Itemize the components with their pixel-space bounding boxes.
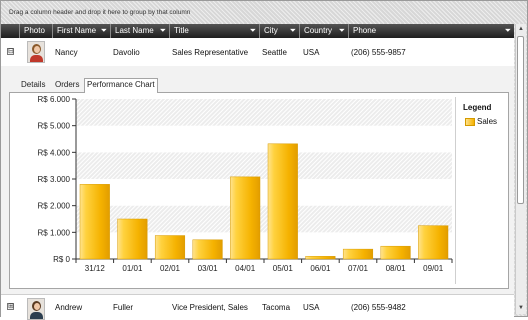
cell-first-name: Andrew: [55, 303, 83, 312]
cell-first-name: Nancy: [55, 48, 78, 57]
funnel-icon[interactable]: ⏷: [101, 26, 107, 36]
grid-band: [76, 125, 452, 153]
cell-phone: (206) 555-9857: [351, 48, 406, 57]
cell-country: USA: [303, 48, 320, 57]
group-by-panel[interactable]: Drag a column header and drop it here to…: [1, 1, 525, 23]
bar-sales-31/12: [79, 184, 110, 260]
column-header-city[interactable]: City ⏷: [259, 24, 299, 38]
collapse-row-icon[interactable]: ⊟: [7, 48, 14, 55]
cell-last-name: Davolio: [113, 48, 140, 57]
x-tick-label: 07/01: [348, 264, 369, 273]
scroll-up-icon[interactable]: ▲: [517, 25, 525, 33]
cell-title: Sales Representative: [172, 48, 249, 57]
grid-band: [76, 99, 452, 126]
funnel-icon[interactable]: ⏷: [339, 26, 345, 36]
column-header-label: Phone: [353, 26, 377, 35]
tab-orders[interactable]: Orders: [53, 79, 81, 91]
row-details-panel: Details Orders Performance Chart R$ 0 R$ …: [1, 66, 514, 295]
table-row[interactable]: ⊞ Andrew Fuller Vice President, Sales Ta…: [1, 295, 514, 320]
bar-sales-03/01: [192, 239, 223, 260]
bar-sales-02/01: [154, 235, 186, 260]
funnel-icon[interactable]: ⏷: [250, 26, 256, 36]
column-header-last-name[interactable]: Last Name ⏷: [110, 24, 169, 38]
column-header-label: Photo: [24, 26, 45, 35]
x-tick-label: 03/01: [198, 264, 219, 273]
funnel-icon[interactable]: ⏷: [160, 26, 166, 36]
cell-city: Seattle: [262, 48, 287, 57]
funnel-icon[interactable]: ⏷: [505, 26, 511, 36]
bar-sales-05/01: [267, 143, 298, 260]
cell-last-name: Fuller: [113, 303, 134, 312]
header-expander-spacer: [1, 24, 19, 38]
y-tick-label: R$ 2.000: [38, 202, 71, 211]
y-tick-label: R$ 3.000: [38, 175, 71, 184]
cell-city: Tacoma: [262, 303, 291, 312]
x-tick-label: 04/01: [235, 264, 256, 273]
column-header-label: City: [264, 26, 278, 35]
x-tick-label: 08/01: [386, 264, 407, 273]
avatar: [27, 41, 45, 63]
cell-country: USA: [303, 303, 320, 312]
legend-item-sales: Sales: [477, 117, 498, 126]
column-header-label: Last Name: [115, 26, 154, 35]
x-tick-label: 06/01: [310, 264, 331, 273]
expand-row-icon[interactable]: ⊞: [7, 303, 14, 310]
chart-plot-area: R$ 0 R$ 1.000 R$ 2.000 R$ 3.000 R$ 4.000 R$ 5…: [38, 95, 453, 273]
column-header-country[interactable]: Country ⏷: [299, 24, 348, 38]
table-row[interactable]: ⊟ Nancy Davolio Sales Representative Sea…: [1, 38, 514, 67]
scrollbar-thumb[interactable]: [517, 36, 524, 204]
tab-details[interactable]: Details: [19, 79, 47, 91]
legend-title: Legend: [463, 103, 492, 112]
legend-swatch-sales: [465, 118, 475, 126]
x-tick-label: 02/01: [160, 264, 181, 273]
column-header-label: Title: [174, 26, 189, 35]
column-header-phone[interactable]: Phone ⏷: [348, 24, 514, 38]
vertical-scrollbar[interactable]: ▲ ▼: [515, 24, 526, 314]
y-tick-label: R$ 1.000: [38, 228, 71, 237]
bar-sales-01/01: [117, 218, 148, 260]
column-header-label: Country: [304, 26, 333, 35]
y-tick-label: R$ 0: [53, 255, 70, 264]
x-tick-label: 31/12: [85, 264, 106, 273]
chart-legend: Legend Sales: [455, 97, 508, 284]
column-header-photo[interactable]: Photo: [19, 24, 52, 38]
performance-chart: R$ 0 R$ 1.000 R$ 2.000 R$ 3.000 R$ 4.000 R$ 5…: [9, 92, 509, 289]
cell-phone: (206) 555-9482: [351, 303, 406, 312]
bar-sales-04/01: [230, 176, 261, 260]
y-tick-label: R$ 5.000: [38, 122, 71, 131]
grid-band: [76, 152, 452, 179]
grid-band: [76, 179, 452, 206]
y-tick-label: R$ 6.000: [38, 95, 71, 104]
column-header-first-name[interactable]: First Name ⏷: [52, 24, 110, 38]
bar-sales-06/01: [305, 256, 336, 260]
bar-sales-08/01: [380, 245, 411, 260]
scroll-down-icon[interactable]: ▼: [517, 304, 525, 312]
tab-performance-chart[interactable]: Performance Chart: [84, 78, 158, 93]
y-tick-label: R$ 4.000: [38, 148, 71, 157]
column-header-title[interactable]: Title ⏷: [169, 24, 259, 38]
bar-sales-07/01: [342, 248, 374, 260]
x-tick-label: 09/01: [423, 264, 444, 273]
group-by-hint: Drag a column header and drop it here to…: [9, 9, 191, 16]
bar-sales-09/01: [418, 225, 449, 260]
x-tick-label: 01/01: [122, 264, 143, 273]
funnel-icon[interactable]: ⏷: [290, 26, 296, 36]
x-tick-label: 05/01: [273, 264, 294, 273]
cell-title: Vice President, Sales: [172, 303, 248, 312]
column-header-row: Photo First Name ⏷ Last Name ⏷ Title ⏷ C…: [1, 24, 514, 38]
column-header-label: First Name: [57, 26, 97, 35]
